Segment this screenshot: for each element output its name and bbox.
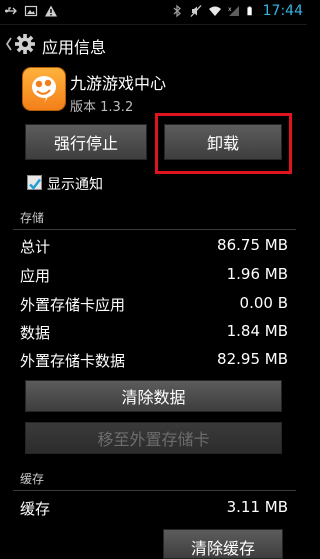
cache-row: 缓存 3.11 MB xyxy=(20,498,288,522)
row-value: 82.95 MB xyxy=(217,350,288,368)
force-stop-button[interactable]: 强行停止 xyxy=(25,124,147,160)
storage-row-app: 应用 1.96 MB xyxy=(20,265,288,289)
status-system: x 17:44 xyxy=(170,3,303,19)
storage-section-header: 存储 xyxy=(20,211,45,225)
storage-row-data: 数据 1.84 MB xyxy=(20,322,288,346)
battery-icon xyxy=(247,6,252,16)
page-title: 应用信息 xyxy=(42,38,107,57)
cache-section-header: 缓存 xyxy=(20,472,45,486)
storage-divider xyxy=(13,229,296,230)
clock: 17:44 xyxy=(262,3,303,19)
row-label: 外置存储卡应用 xyxy=(20,296,126,314)
clear-cache-button[interactable]: 清除缓存 xyxy=(163,529,283,559)
action-bar: 应用信息 xyxy=(0,25,307,65)
move-to-sd-button[interactable]: 移至外置存储卡 xyxy=(25,422,282,454)
storage-row-total: 总计 86.75 MB xyxy=(20,236,288,260)
warning-icon xyxy=(45,5,57,17)
cache-divider xyxy=(13,490,296,491)
row-label: 数据 xyxy=(20,324,51,342)
row-value: 3.11 MB xyxy=(226,498,288,516)
storage-row-sd-data: 外置存储卡数据 82.95 MB xyxy=(20,350,288,374)
row-label: 应用 xyxy=(20,267,51,285)
svg-text:x: x xyxy=(228,6,232,13)
clear-data-button[interactable]: 清除数据 xyxy=(25,380,282,412)
app-name: 九游游戏中心 xyxy=(70,74,167,93)
mute-icon xyxy=(190,5,202,17)
row-label: 缓存 xyxy=(20,500,51,518)
show-notifications-label: 显示通知 xyxy=(47,177,103,193)
row-label: 总计 xyxy=(20,238,51,256)
usb-icon xyxy=(5,7,17,15)
row-value: 1.84 MB xyxy=(226,322,288,340)
wifi-icon xyxy=(208,6,221,16)
row-value: 86.75 MB xyxy=(217,236,288,254)
uninstall-highlight xyxy=(155,113,292,174)
image-icon xyxy=(24,5,38,17)
app-logo-icon xyxy=(22,67,66,111)
checkmark-icon xyxy=(29,178,41,190)
settings-gear-icon[interactable] xyxy=(5,33,37,55)
show-notifications-checkbox[interactable] xyxy=(27,175,42,190)
status-bar: x 17:44 xyxy=(0,0,307,25)
bluetooth-icon xyxy=(173,4,181,18)
row-label: 外置存储卡数据 xyxy=(20,352,126,370)
row-value: 0.00 B xyxy=(239,294,288,312)
row-value: 1.96 MB xyxy=(226,265,288,283)
storage-row-sd-app: 外置存储卡应用 0.00 B xyxy=(20,294,288,318)
app-version: 版本 1.3.2 xyxy=(70,100,134,115)
status-notifications xyxy=(4,4,58,18)
signal-icon: x xyxy=(228,6,239,16)
